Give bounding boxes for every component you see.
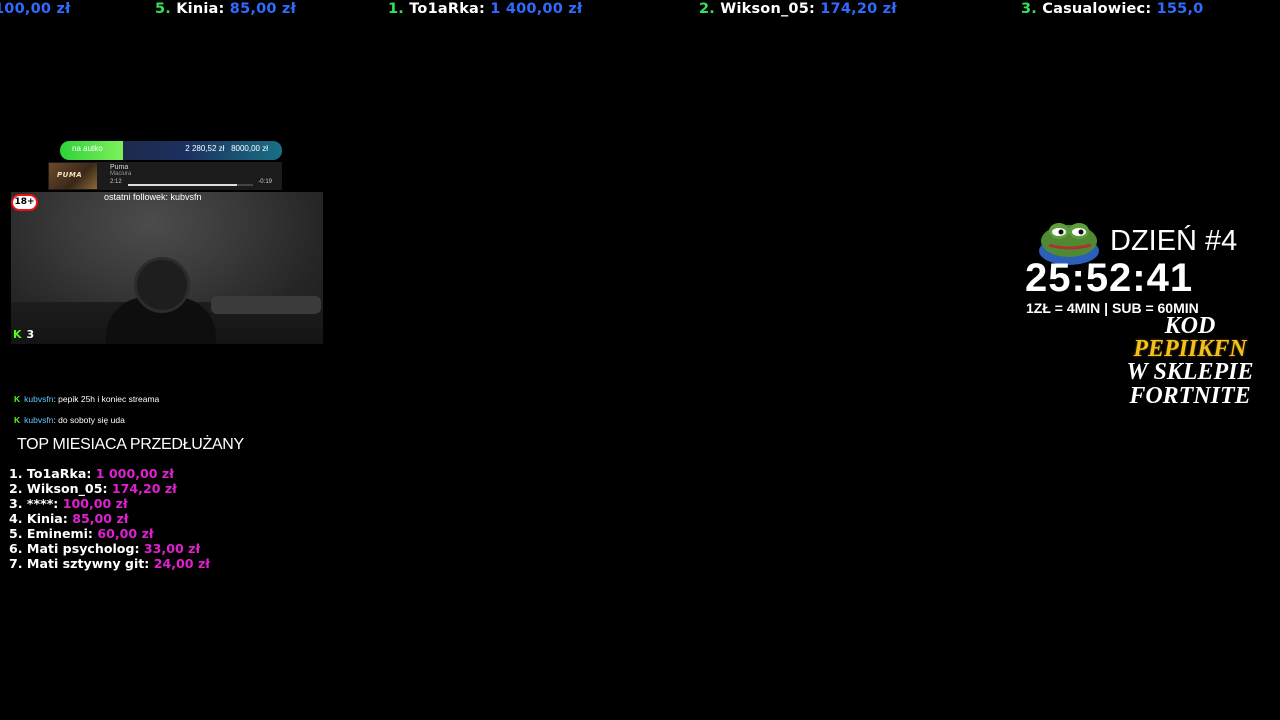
top-row: 5. Eminemi: 60,00 zł (9, 526, 210, 541)
last-follower-label: ostatni followek: kubvsfn (104, 192, 202, 202)
creator-code-line: W SKLEPIE (1126, 359, 1254, 385)
donation-goal-bar: na autko 2 280,52 zł 8000,00 zł (60, 141, 282, 160)
ticker-rank: 1. (388, 1, 404, 17)
top-row-name: 7. Mati sztywny git: (9, 556, 154, 571)
top-row-amount: 60,00 zł (97, 526, 154, 541)
top-row: 2. Wikson_05: 174,20 zł (9, 481, 210, 496)
ticker-amount: 100,00 zł (0, 1, 71, 17)
track-elapsed: 2:12 (110, 179, 122, 185)
top-row-name: 2. Wikson_05: (9, 481, 112, 496)
kick-icon: K (14, 415, 21, 425)
top-row-name: 5. Eminemi: (9, 526, 98, 541)
chat-message: Kkubvsfn: do soboty się uda (14, 415, 125, 425)
ticker-amount: 155,0 (1156, 1, 1204, 17)
ticker-rank: 5. (155, 1, 171, 17)
top-row-amount: 24,00 zł (153, 556, 210, 571)
subathon-timer: 25:52:41 (1025, 256, 1194, 300)
kick-icon: K (13, 328, 22, 341)
top-row-name: 3. ****: (9, 496, 63, 511)
top-row-amount: 100,00 zł (62, 496, 128, 511)
goal-current: 2 280,52 zł (185, 144, 225, 153)
track-title: Puma (110, 164, 129, 171)
streamer-silhouette (106, 257, 216, 344)
age-rating-badge: 18+ (11, 194, 38, 211)
track-progress-bar (128, 184, 253, 186)
goal-amounts: 2 280,52 zł 8000,00 zł (185, 144, 268, 153)
album-cover: PUMA (49, 163, 97, 189)
ticker-name: Wikson_05: (720, 1, 815, 17)
top-row: 6. Mati psycholog: 33,00 zł (9, 541, 210, 556)
ticker-amount: 1 400,00 zł (490, 1, 583, 17)
ticker-name: Kinia: (176, 1, 225, 17)
ticker-item: 5. Kinia: 85,00 zł (155, 1, 296, 17)
ticker-rank: 2. (699, 1, 715, 17)
streamer-head (134, 257, 190, 313)
ticker-item: 3. Casualowiec: 155,0 (1021, 1, 1203, 17)
webcam-feed (11, 192, 323, 344)
chat-text: : do soboty się uda (53, 415, 125, 425)
ticker-amount: 85,00 zł (229, 1, 297, 17)
ticker-rank: 3. (1021, 1, 1037, 17)
ticker-item: 100,00 zł (0, 1, 71, 17)
chat-message: Kkubvsfn: pepik 25h i koniec streama (14, 394, 159, 404)
top-row-amount: 33,00 zł (143, 541, 201, 556)
donation-ticker: 100,00 zł 5. Kinia: 85,00 zł 1. To1aRka:… (0, 0, 1280, 20)
top-row-name: 1. To1aRka: (9, 466, 96, 481)
top-month-title: TOP MIESIACA PRZEDŁUŻANY (17, 436, 244, 453)
ticker-item: 1. To1aRka: 1 400,00 zł (388, 1, 582, 17)
track-artist: Maciura (110, 171, 132, 177)
chat-text: : pepik 25h i koniec streama (53, 394, 160, 404)
top-month-list: 1. To1aRka: 1 000,00 zł 2. Wikson_05: 17… (9, 466, 210, 571)
goal-label: na autko (72, 144, 103, 153)
top-row-name: 6. Mati psycholog: (9, 541, 144, 556)
top-row-amount: 85,00 zł (72, 511, 129, 526)
top-row: 4. Kinia: 85,00 zł (9, 511, 210, 526)
top-row: 1. To1aRka: 1 000,00 zł (9, 466, 210, 481)
top-row-amount: 1 000,00 zł (95, 466, 174, 481)
viewer-count-value: 3 (26, 328, 35, 341)
ticker-item: 2. Wikson_05: 174,20 zł (699, 1, 897, 17)
goal-target: 8000,00 zł (231, 144, 268, 153)
kick-icon: K (14, 394, 21, 404)
chat-username: kubvsfn (24, 394, 54, 404)
album-cover-text: PUMA (57, 171, 83, 179)
chat-username: kubvsfn (24, 415, 54, 425)
track-remaining: -0:19 (258, 179, 272, 185)
top-row-amount: 174,20 zł (111, 481, 177, 496)
top-row: 7. Mati sztywny git: 24,00 zł (9, 556, 210, 571)
top-row-name: 4. Kinia: (9, 511, 73, 526)
track-progress-fill (128, 184, 237, 186)
ticker-amount: 174,20 zł (820, 1, 897, 17)
ticker-name: Casualowiec: (1042, 1, 1152, 17)
viewer-count: K3 (13, 328, 34, 341)
webcam-bed (211, 296, 321, 314)
top-row: 3. ****: 100,00 zł (9, 496, 210, 511)
creator-code-line: FORTNITE (1129, 383, 1251, 409)
now-playing-widget: PUMA Puma Maciura 2:12 -0:19 (48, 162, 282, 190)
ticker-name: To1aRka: (409, 1, 486, 17)
subathon-day: DZIEŃ #4 (1110, 225, 1238, 257)
